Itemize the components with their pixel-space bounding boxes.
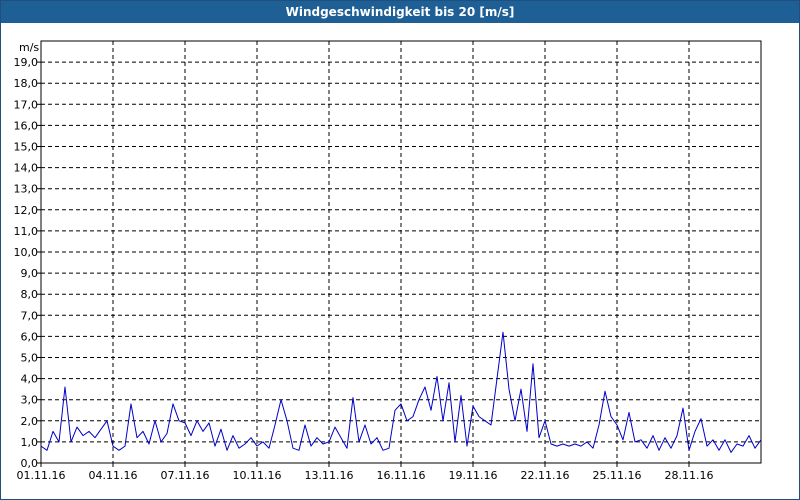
y-tick-label: 2,0 [21, 415, 39, 428]
x-axis-ticks: 01.11.16 04.11.16 07.11.16 10.11.16 13.11.16… [17, 463, 714, 482]
y-tick-label: 4,0 [21, 373, 39, 386]
y-tick-label: 16,0 [14, 119, 39, 132]
y-tick-label: 14,0 [14, 162, 39, 175]
y-tick-label: 9,0 [21, 267, 39, 280]
y-tick-label: 11,0 [14, 225, 39, 238]
y-tick-label: 3,0 [21, 394, 39, 407]
chart-title: Windgeschwindigkeit bis 20 [m/s] [1, 1, 799, 23]
y-axis-unit-label: m/s [19, 41, 39, 54]
y-tick-label: 17,0 [14, 98, 39, 111]
y-tick-label: 8,0 [21, 288, 39, 301]
grid [41, 41, 761, 463]
y-tick-label: 10,0 [14, 246, 39, 259]
y-tick-label: 13,0 [14, 183, 39, 196]
y-tick-label: 5,0 [21, 352, 39, 365]
x-tick-label: 19.11.16 [449, 469, 498, 482]
y-tick-label: 7,0 [21, 309, 39, 322]
y-tick-label: 1,0 [21, 436, 39, 449]
y-tick-label: 19,0 [14, 56, 39, 69]
wind-speed-chart: 0,01,02,03,04,05,06,07,08,09,010,011,012… [14, 40, 762, 482]
y-tick-label: 6,0 [21, 330, 39, 343]
x-tick-label: 16.11.16 [377, 469, 426, 482]
y-axis-ticks: 0,01,02,03,04,05,06,07,08,09,010,011,012… [14, 56, 41, 470]
x-tick-label: 28.11.16 [665, 469, 714, 482]
x-tick-label: 13.11.16 [305, 469, 354, 482]
y-tick-label: 18,0 [14, 77, 39, 90]
x-tick-label: 04.11.16 [89, 469, 138, 482]
x-tick-label: 07.11.16 [161, 469, 210, 482]
x-tick-label: 01.11.16 [17, 469, 66, 482]
y-tick-label: 15,0 [14, 141, 39, 154]
x-tick-label: 22.11.16 [521, 469, 570, 482]
x-tick-label: 10.11.16 [233, 469, 282, 482]
chart-window: Windgeschwindigkeit bis 20 [m/s] 0,0 1,0 2… [0, 0, 800, 500]
x-tick-label: 25.11.16 [593, 469, 642, 482]
y-tick-label: 12,0 [14, 204, 39, 217]
